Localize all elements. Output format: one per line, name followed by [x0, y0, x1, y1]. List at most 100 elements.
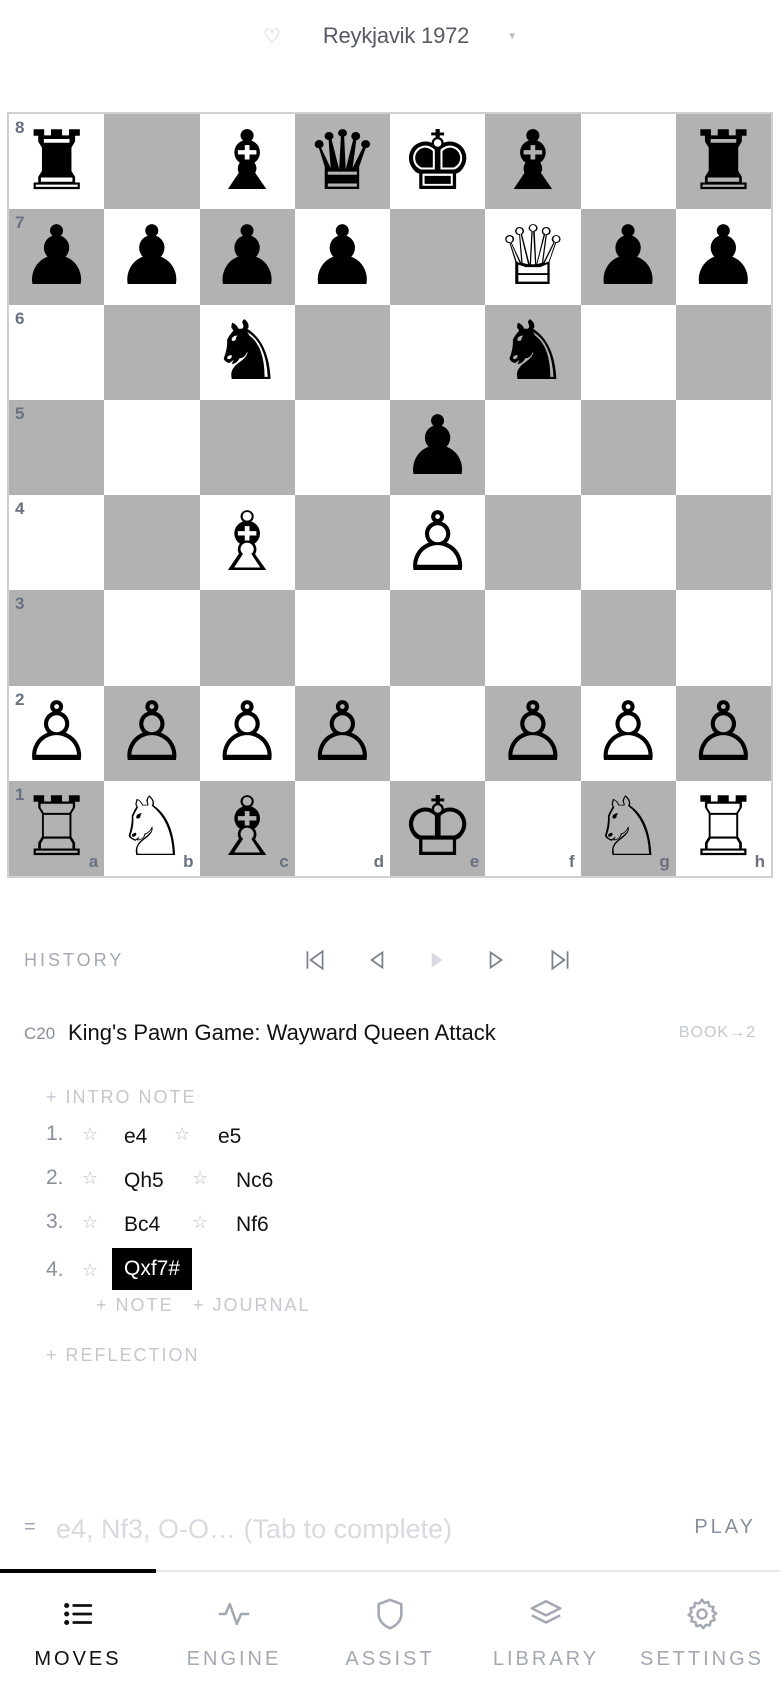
square-e4[interactable]: ♙: [390, 495, 486, 591]
square-h1[interactable]: h ♖: [675, 780, 771, 876]
tab-library[interactable]: LIBRARY: [468, 1572, 624, 1690]
first-move-icon[interactable]: [295, 940, 335, 980]
square-a6[interactable]: 6: [9, 304, 105, 400]
next-move-icon[interactable]: [476, 940, 516, 980]
add-journal-button[interactable]: + JOURNAL: [193, 1295, 311, 1316]
square-d6[interactable]: [294, 304, 390, 400]
star-icon[interactable]: ☆: [174, 1124, 190, 1145]
square-e7[interactable]: [390, 209, 486, 305]
white-knight-icon[interactable]: ♘: [591, 787, 665, 869]
square-d3[interactable]: [294, 590, 390, 686]
black-king-icon[interactable]: ♚: [401, 120, 475, 203]
star-icon[interactable]: ☆: [82, 1260, 98, 1281]
black-rook-icon[interactable]: ♜: [20, 120, 94, 203]
square-e1[interactable]: e ♔: [390, 780, 486, 876]
move-white-current[interactable]: Qxf7#: [112, 1248, 193, 1290]
add-reflection-button[interactable]: + REFLECTION: [46, 1345, 200, 1366]
square-g7[interactable]: ♟: [580, 209, 676, 305]
square-a3[interactable]: 3: [9, 590, 105, 686]
square-b2[interactable]: ♙: [104, 685, 200, 781]
white-queen-icon[interactable]: ♕: [496, 215, 570, 298]
book-depth[interactable]: BOOK→2: [679, 1024, 756, 1042]
square-f1[interactable]: f: [485, 780, 581, 876]
square-h3[interactable]: [675, 590, 771, 686]
white-pawn-icon[interactable]: ♙: [306, 692, 380, 774]
square-c1[interactable]: c ♗: [199, 780, 295, 876]
white-pawn-icon[interactable]: ♙: [20, 692, 94, 774]
move-white[interactable]: e4: [112, 1121, 159, 1153]
square-b8[interactable]: [104, 114, 200, 210]
square-d8[interactable]: ♛: [294, 114, 390, 210]
move-white[interactable]: Bc4: [112, 1209, 172, 1241]
move-black[interactable]: Nc6: [224, 1165, 285, 1197]
square-a5[interactable]: 5: [9, 399, 105, 495]
square-b3[interactable]: [104, 590, 200, 686]
square-f6[interactable]: ♞: [485, 304, 581, 400]
white-pawn-icon[interactable]: ♙: [496, 692, 570, 774]
square-f4[interactable]: [485, 495, 581, 591]
square-c5[interactable]: [199, 399, 295, 495]
white-bishop-icon[interactable]: ♗: [210, 787, 284, 869]
square-a2[interactable]: 2 ♙: [9, 685, 105, 781]
heart-outline-icon[interactable]: ♡: [263, 24, 281, 49]
square-f3[interactable]: [485, 590, 581, 686]
square-g4[interactable]: [580, 495, 676, 591]
move-black[interactable]: e5: [206, 1121, 253, 1153]
add-note-button[interactable]: + NOTE: [96, 1295, 174, 1316]
square-b6[interactable]: [104, 304, 200, 400]
square-a4[interactable]: 4: [9, 495, 105, 591]
square-a8[interactable]: 8 ♜: [9, 114, 105, 210]
square-a7[interactable]: 7 ♟: [9, 209, 105, 305]
white-knight-icon[interactable]: ♘: [115, 787, 189, 869]
last-move-icon[interactable]: [540, 940, 580, 980]
black-pawn-icon[interactable]: ♟: [115, 215, 189, 298]
square-g1[interactable]: g ♘: [580, 780, 676, 876]
white-rook-icon[interactable]: ♖: [20, 787, 94, 869]
white-pawn-icon[interactable]: ♙: [210, 692, 284, 774]
square-b4[interactable]: [104, 495, 200, 591]
white-rook-icon[interactable]: ♖: [687, 787, 761, 869]
play-button[interactable]: PLAY: [694, 1516, 756, 1539]
square-g5[interactable]: [580, 399, 676, 495]
white-bishop-icon[interactable]: ♗: [210, 501, 284, 584]
tab-assist[interactable]: ASSIST: [312, 1572, 468, 1690]
square-c7[interactable]: ♟: [199, 209, 295, 305]
tab-moves[interactable]: MOVES: [0, 1572, 156, 1690]
square-h5[interactable]: [675, 399, 771, 495]
square-f7[interactable]: ♕: [485, 209, 581, 305]
square-h6[interactable]: [675, 304, 771, 400]
square-e5[interactable]: ♟: [390, 399, 486, 495]
black-knight-icon[interactable]: ♞: [496, 311, 570, 393]
white-pawn-icon[interactable]: ♙: [687, 692, 761, 774]
square-f2[interactable]: ♙: [485, 685, 581, 781]
square-g6[interactable]: [580, 304, 676, 400]
black-queen-icon[interactable]: ♛: [306, 120, 380, 203]
square-d4[interactable]: [294, 495, 390, 591]
square-a1[interactable]: 1 a ♖: [9, 780, 105, 876]
black-bishop-icon[interactable]: ♝: [210, 120, 284, 203]
move-input[interactable]: [54, 1508, 658, 1550]
square-b1[interactable]: b ♘: [104, 780, 200, 876]
black-rook-icon[interactable]: ♜: [687, 120, 761, 203]
square-b7[interactable]: ♟: [104, 209, 200, 305]
square-d7[interactable]: ♟: [294, 209, 390, 305]
square-d2[interactable]: ♙: [294, 685, 390, 781]
star-icon[interactable]: ☆: [82, 1168, 98, 1189]
square-b5[interactable]: [104, 399, 200, 495]
square-h8[interactable]: ♜: [675, 114, 771, 210]
square-c2[interactable]: ♙: [199, 685, 295, 781]
square-f5[interactable]: [485, 399, 581, 495]
square-g2[interactable]: ♙: [580, 685, 676, 781]
black-bishop-icon[interactable]: ♝: [496, 120, 570, 203]
move-white[interactable]: Qh5: [112, 1165, 176, 1197]
star-icon[interactable]: ☆: [192, 1212, 208, 1233]
square-h2[interactable]: ♙: [675, 685, 771, 781]
star-icon[interactable]: ☆: [192, 1168, 208, 1189]
white-pawn-icon[interactable]: ♙: [591, 692, 665, 774]
move-black[interactable]: Nf6: [224, 1209, 281, 1241]
caret-down-icon[interactable]: ▼: [507, 31, 517, 42]
game-title[interactable]: Reykjavik 1972: [323, 23, 470, 49]
black-knight-icon[interactable]: ♞: [210, 311, 284, 393]
white-king-icon[interactable]: ♔: [401, 787, 475, 869]
tab-engine[interactable]: ENGINE: [156, 1572, 312, 1690]
